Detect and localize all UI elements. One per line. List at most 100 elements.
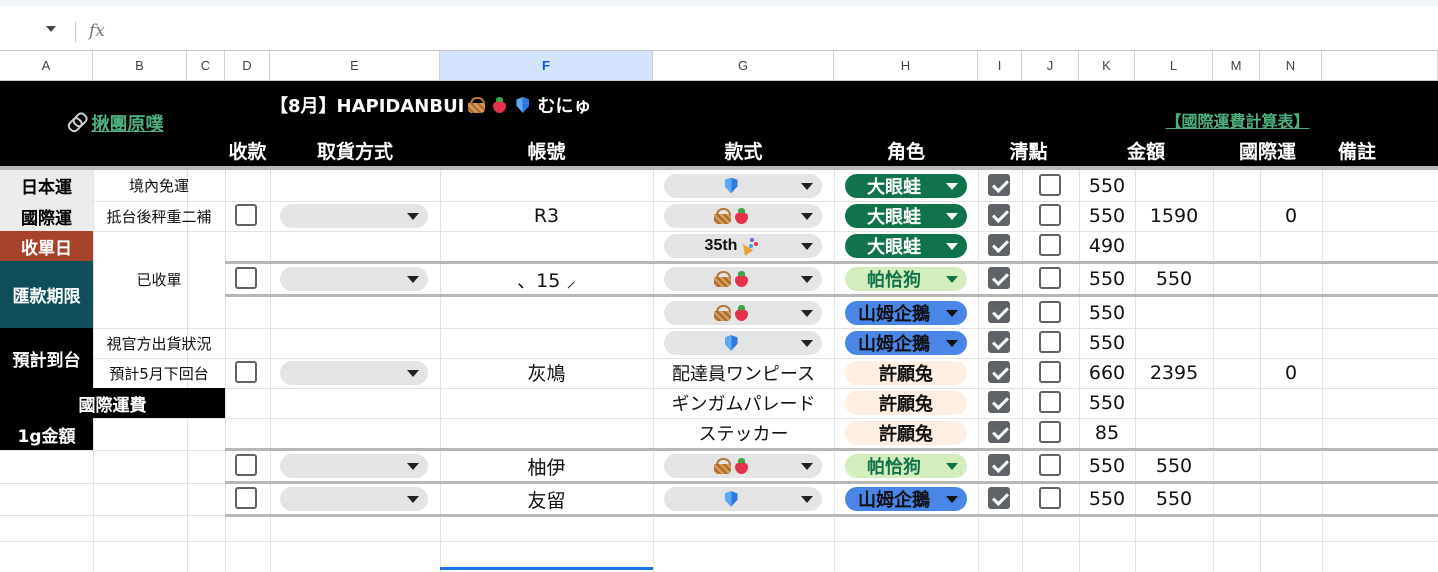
style-dropdown[interactable] bbox=[664, 173, 822, 198]
name-box-dropdown-icon[interactable] bbox=[46, 26, 56, 32]
style-dropdown[interactable]: 35th bbox=[664, 234, 822, 258]
check-checkbox[interactable] bbox=[988, 454, 1010, 476]
verify-checkbox[interactable] bbox=[1039, 454, 1061, 476]
column-header-o[interactable] bbox=[1322, 51, 1438, 81]
pickup-dropdown[interactable] bbox=[280, 203, 428, 228]
style-dropdown[interactable] bbox=[664, 267, 822, 291]
pickup-dropdown[interactable] bbox=[280, 487, 428, 511]
account-name: R3 bbox=[533, 204, 560, 227]
dropdown-arrow-icon bbox=[801, 243, 813, 250]
verify-checkbox[interactable] bbox=[1039, 331, 1061, 353]
check-checkbox[interactable] bbox=[988, 391, 1010, 413]
pickup-dropdown[interactable] bbox=[280, 360, 428, 385]
payment-checkbox[interactable] bbox=[235, 267, 257, 289]
column-header-f[interactable]: F bbox=[440, 51, 653, 81]
pickup-dropdown[interactable] bbox=[280, 454, 428, 478]
column-header-c[interactable]: C bbox=[187, 51, 225, 81]
dropdown-arrow-icon bbox=[801, 309, 813, 317]
verify-checkbox[interactable] bbox=[1039, 267, 1061, 289]
style-dropdown[interactable] bbox=[664, 331, 822, 355]
character-label: 大眼蛙 bbox=[867, 207, 921, 228]
pickup-dropdown[interactable] bbox=[280, 267, 428, 291]
character-label: 許願兔 bbox=[879, 364, 933, 385]
verify-checkbox[interactable] bbox=[1039, 204, 1061, 226]
intl-fee-value: 0 bbox=[1284, 361, 1298, 384]
verify-checkbox[interactable] bbox=[1039, 421, 1061, 443]
character-chip[interactable]: 山姆企鵝 bbox=[845, 487, 967, 511]
column-header-n[interactable]: N bbox=[1260, 51, 1322, 81]
check-checkbox[interactable] bbox=[988, 421, 1010, 443]
column-header-d[interactable]: D bbox=[225, 51, 270, 81]
character-chip[interactable]: 山姆企鵝 bbox=[845, 300, 967, 325]
formula-bar bbox=[0, 6, 1438, 51]
verify-checkbox[interactable] bbox=[1039, 391, 1061, 413]
order-separator bbox=[225, 261, 1438, 264]
arrive-value-2: 預計5月下回台 bbox=[109, 364, 209, 383]
column-header-l[interactable]: L bbox=[1135, 51, 1213, 81]
dropdown-arrow-icon bbox=[946, 309, 958, 317]
payment-checkbox[interactable] bbox=[235, 454, 257, 476]
style-dropdown[interactable] bbox=[664, 204, 822, 228]
item-amount: 550 bbox=[1088, 205, 1126, 227]
character-chip[interactable]: 山姆企鵝 bbox=[845, 331, 967, 355]
dropdown-arrow-icon bbox=[946, 243, 958, 250]
character-chip[interactable]: 帕恰狗 bbox=[845, 454, 967, 478]
check-checkbox[interactable] bbox=[988, 487, 1010, 509]
intl-ship-label: 國際運 bbox=[0, 201, 93, 231]
style-value bbox=[664, 454, 798, 478]
verify-checkbox[interactable] bbox=[1039, 234, 1061, 256]
character-label: 帕恰狗 bbox=[867, 457, 921, 478]
verify-checkbox[interactable] bbox=[1039, 300, 1061, 323]
column-header-h[interactable]: H bbox=[834, 51, 978, 81]
dropdown-arrow-icon bbox=[946, 213, 958, 220]
check-checkbox[interactable] bbox=[988, 361, 1010, 383]
column-header-b[interactable]: B bbox=[93, 51, 187, 81]
style-dropdown[interactable] bbox=[664, 487, 822, 511]
style-value bbox=[664, 174, 798, 198]
check-checkbox[interactable] bbox=[988, 173, 1010, 196]
payment-checkbox[interactable] bbox=[235, 203, 257, 226]
character-chip[interactable]: 許願兔 bbox=[845, 391, 967, 415]
character-label: 許願兔 bbox=[879, 424, 933, 445]
check-checkbox[interactable] bbox=[988, 234, 1010, 256]
intl-fee-link[interactable]: 【國際運費計算表】 bbox=[1140, 106, 1335, 134]
style-dropdown[interactable] bbox=[664, 300, 822, 325]
close-date-value: 已收單 bbox=[136, 270, 182, 289]
intl-ship-value: 抵台後秤重二補 bbox=[106, 207, 212, 226]
check-checkbox[interactable] bbox=[988, 331, 1010, 353]
col-label-character: 角色 bbox=[886, 140, 925, 163]
character-chip[interactable]: 大眼蛙 bbox=[845, 234, 967, 258]
col-label-style: 款式 bbox=[724, 140, 763, 163]
strawberry-icon bbox=[735, 304, 748, 321]
column-header-j[interactable]: J bbox=[1022, 51, 1079, 81]
payment-checkbox[interactable] bbox=[235, 487, 257, 509]
dropdown-arrow-icon bbox=[801, 463, 813, 470]
style-dropdown[interactable] bbox=[664, 454, 822, 478]
col-label-account: 帳號 bbox=[527, 140, 566, 163]
column-header-e[interactable]: E bbox=[270, 51, 440, 81]
verify-checkbox[interactable] bbox=[1039, 361, 1061, 383]
character-chip[interactable]: 大眼蛙 bbox=[845, 204, 967, 228]
character-chip[interactable]: 大眼蛙 bbox=[845, 173, 967, 198]
check-checkbox[interactable] bbox=[988, 204, 1010, 226]
column-header-k[interactable]: K bbox=[1079, 51, 1135, 81]
character-chip[interactable]: 許願兔 bbox=[845, 421, 967, 445]
style-text: ギンガムパレード bbox=[671, 394, 816, 415]
payment-checkbox[interactable] bbox=[235, 360, 257, 383]
verify-checkbox[interactable] bbox=[1039, 487, 1061, 509]
order-separator bbox=[225, 514, 1438, 517]
check-checkbox[interactable] bbox=[988, 300, 1010, 323]
check-checkbox[interactable] bbox=[988, 267, 1010, 289]
intl-fee-value: 0 bbox=[1284, 204, 1298, 227]
column-header-m[interactable]: M bbox=[1213, 51, 1260, 81]
character-label: 山姆企鵝 bbox=[858, 334, 930, 355]
group-post-link[interactable]: 揪團原噗 bbox=[40, 108, 190, 138]
character-chip[interactable]: 帕恰狗 bbox=[845, 267, 967, 291]
character-label: 帕恰狗 bbox=[867, 270, 921, 291]
column-header-i[interactable]: I bbox=[978, 51, 1022, 81]
verify-checkbox[interactable] bbox=[1039, 173, 1061, 196]
column-header-g[interactable]: G bbox=[653, 51, 834, 81]
character-chip[interactable]: 許願兔 bbox=[845, 361, 967, 385]
column-header-a[interactable]: A bbox=[0, 51, 93, 81]
dropdown-arrow-icon bbox=[946, 340, 958, 347]
